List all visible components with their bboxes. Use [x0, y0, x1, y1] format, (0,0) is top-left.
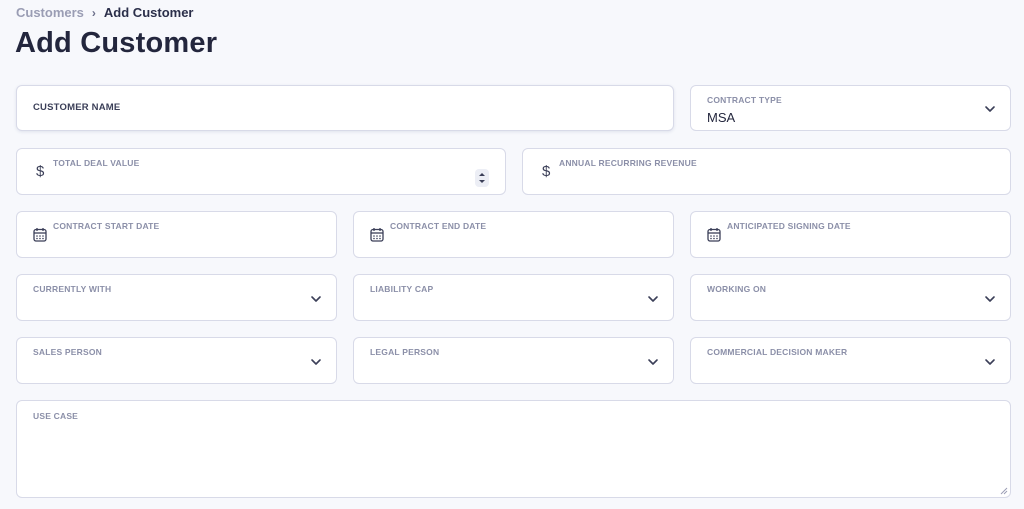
anticipated-signing-date-field[interactable]: ANTICIPATED SIGNING DATE: [690, 211, 1011, 258]
contract-type-label: CONTRACT TYPE: [707, 95, 782, 105]
contract-start-date-field[interactable]: CONTRACT START DATE: [16, 211, 337, 258]
chevron-down-icon: [985, 359, 995, 365]
contract-type-select[interactable]: CONTRACT TYPE MSA: [690, 85, 1011, 131]
breadcrumb-separator-icon: ›: [91, 5, 96, 20]
sales-person-label: SALES PERSON: [33, 347, 102, 357]
customer-name-label: CUSTOMER NAME: [33, 102, 121, 113]
chevron-down-icon: [648, 296, 658, 302]
currently-with-select[interactable]: CURRENTLY WITH: [16, 274, 337, 321]
number-stepper-icon[interactable]: [475, 169, 489, 187]
sales-person-select[interactable]: SALES PERSON: [16, 337, 337, 384]
anticipated-signing-date-label: ANTICIPATED SIGNING DATE: [727, 221, 851, 231]
annual-recurring-revenue-field[interactable]: $ ANNUAL RECURRING REVENUE: [522, 148, 1011, 195]
calendar-icon: [33, 228, 47, 242]
total-deal-value-label: TOTAL DEAL VALUE: [53, 158, 140, 168]
currently-with-label: CURRENTLY WITH: [33, 284, 112, 294]
legal-person-label: LEGAL PERSON: [370, 347, 440, 357]
dollar-sign-icon: $: [36, 163, 45, 180]
total-deal-value-field[interactable]: $ TOTAL DEAL VALUE: [16, 148, 506, 195]
liability-cap-label: LIABILITY CAP: [370, 284, 434, 294]
commercial-decision-maker-select[interactable]: COMMERCIAL DECISION MAKER: [690, 337, 1011, 384]
legal-person-select[interactable]: LEGAL PERSON: [353, 337, 674, 384]
chevron-down-icon: [311, 296, 321, 302]
page-title: Add Customer: [15, 27, 218, 59]
contract-end-date-label: CONTRACT END DATE: [390, 221, 487, 231]
contract-type-value: MSA: [707, 110, 736, 125]
commercial-decision-maker-label: COMMERCIAL DECISION MAKER: [707, 347, 848, 357]
breadcrumb-customers-link[interactable]: Customers: [16, 5, 84, 20]
contract-end-date-field[interactable]: CONTRACT END DATE: [353, 211, 674, 258]
liability-cap-select[interactable]: LIABILITY CAP: [353, 274, 674, 321]
chevron-down-icon: [985, 106, 995, 112]
use-case-textarea[interactable]: USE CASE: [16, 400, 1011, 498]
use-case-label: USE CASE: [33, 411, 79, 421]
resize-handle-icon[interactable]: [1000, 487, 1008, 495]
annual-recurring-revenue-label: ANNUAL RECURRING REVENUE: [559, 158, 697, 168]
breadcrumb-current: Add Customer: [103, 5, 194, 20]
calendar-icon: [370, 228, 384, 242]
chevron-down-icon: [985, 296, 995, 302]
dollar-sign-icon: $: [542, 163, 551, 180]
working-on-select[interactable]: WORKING ON: [690, 274, 1011, 321]
add-customer-page: Customers › Add Customer Add Customer CU…: [0, 0, 1024, 509]
breadcrumb: Customers › Add Customer: [16, 5, 193, 20]
contract-start-date-label: CONTRACT START DATE: [53, 221, 160, 231]
chevron-down-icon: [311, 359, 321, 365]
working-on-label: WORKING ON: [707, 284, 767, 294]
chevron-down-icon: [648, 359, 658, 365]
customer-name-field[interactable]: CUSTOMER NAME: [16, 85, 674, 131]
calendar-icon: [707, 228, 721, 242]
